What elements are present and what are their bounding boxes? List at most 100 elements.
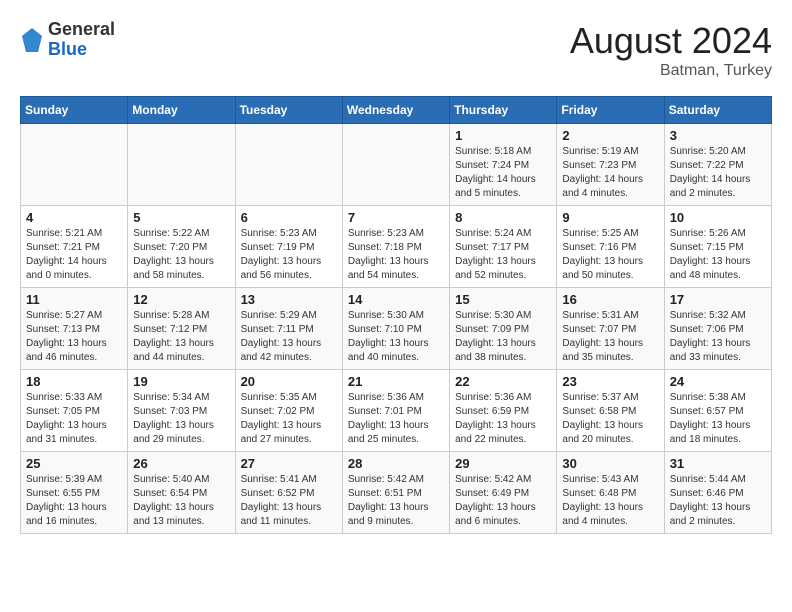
- calendar-cell: [235, 124, 342, 206]
- day-number: 27: [241, 456, 337, 471]
- day-number: 25: [26, 456, 122, 471]
- day-number: 4: [26, 210, 122, 225]
- weekday-header-saturday: Saturday: [664, 97, 771, 124]
- calendar-cell: 7 Sunrise: 5:23 AMSunset: 7:18 PMDaylight…: [342, 206, 449, 288]
- calendar-body: 1 Sunrise: 5:18 AMSunset: 7:24 PMDaylight…: [21, 124, 772, 534]
- calendar-cell: 13Sunrise: 5:29 AMSunset: 7:11 PMDayligh…: [235, 288, 342, 370]
- weekday-header-thursday: Thursday: [450, 97, 557, 124]
- day-info: Sunrise: 5:39 AMSunset: 6:55 PMDaylight:…: [26, 473, 122, 529]
- calendar-cell: 3 Sunrise: 5:20 AMSunset: 7:22 PMDaylight…: [664, 124, 771, 206]
- weekday-header-wednesday: Wednesday: [342, 97, 449, 124]
- logo: General Blue: [20, 20, 115, 60]
- day-info: Sunrise: 5:27 AMSunset: 7:13 PMDaylight:…: [26, 309, 122, 365]
- day-info: Sunrise: 5:30 AMSunset: 7:09 PMDaylight:…: [455, 309, 551, 365]
- day-number: 11: [26, 292, 122, 307]
- day-info: Sunrise: 5:34 AMSunset: 7:03 PMDaylight:…: [133, 391, 229, 447]
- calendar-table: SundayMondayTuesdayWednesdayThursdayFrid…: [20, 96, 772, 534]
- day-info: Sunrise: 5:24 AMSunset: 7:17 PMDaylight:…: [455, 227, 551, 283]
- day-number: 7: [348, 210, 444, 225]
- calendar-cell: 30 Sunrise: 5:43 AMSunset: 6:48 PMDayligh…: [557, 452, 664, 534]
- day-number: 9: [562, 210, 658, 225]
- weekday-header-friday: Friday: [557, 97, 664, 124]
- calendar-cell: 4 Sunrise: 5:21 AMSunset: 7:21 PMDaylight…: [21, 206, 128, 288]
- day-info: Sunrise: 5:42 AMSunset: 6:51 PMDaylight:…: [348, 473, 444, 529]
- calendar-cell: 19Sunrise: 5:34 AMSunset: 7:03 PMDayligh…: [128, 370, 235, 452]
- day-number: 30: [562, 456, 658, 471]
- day-number: 5: [133, 210, 229, 225]
- day-number: 3: [670, 128, 766, 143]
- calendar-cell: 23Sunrise: 5:37 AMSunset: 6:58 PMDayligh…: [557, 370, 664, 452]
- logo-general: General: [48, 20, 115, 40]
- day-number: 18: [26, 374, 122, 389]
- weekday-header-sunday: Sunday: [21, 97, 128, 124]
- day-info: Sunrise: 5:23 AMSunset: 7:19 PMDaylight:…: [241, 227, 337, 283]
- day-info: Sunrise: 5:20 AMSunset: 7:22 PMDaylight:…: [670, 145, 766, 201]
- day-number: 12: [133, 292, 229, 307]
- day-number: 14: [348, 292, 444, 307]
- calendar-cell: 27 Sunrise: 5:41 AMSunset: 6:52 PMDayligh…: [235, 452, 342, 534]
- day-info: Sunrise: 5:44 AMSunset: 6:46 PMDaylight:…: [670, 473, 766, 529]
- day-info: Sunrise: 5:23 AMSunset: 7:18 PMDaylight:…: [348, 227, 444, 283]
- calendar-cell: [342, 124, 449, 206]
- day-number: 17: [670, 292, 766, 307]
- day-number: 22: [455, 374, 551, 389]
- calendar-cell: 20Sunrise: 5:35 AMSunset: 7:02 PMDayligh…: [235, 370, 342, 452]
- calendar-cell: 6Sunrise: 5:23 AMSunset: 7:19 PMDaylight…: [235, 206, 342, 288]
- day-number: 8: [455, 210, 551, 225]
- calendar-week-row: 18 Sunrise: 5:33 AMSunset: 7:05 PMDayligh…: [21, 370, 772, 452]
- day-info: Sunrise: 5:29 AMSunset: 7:11 PMDaylight:…: [241, 309, 337, 365]
- calendar-cell: 28 Sunrise: 5:42 AMSunset: 6:51 PMDayligh…: [342, 452, 449, 534]
- calendar-cell: 5Sunrise: 5:22 AMSunset: 7:20 PMDaylight…: [128, 206, 235, 288]
- day-number: 16: [562, 292, 658, 307]
- calendar-cell: 14 Sunrise: 5:30 AMSunset: 7:10 PMDayligh…: [342, 288, 449, 370]
- day-info: Sunrise: 5:41 AMSunset: 6:52 PMDaylight:…: [241, 473, 337, 529]
- day-number: 20: [241, 374, 337, 389]
- calendar-header: SundayMondayTuesdayWednesdayThursdayFrid…: [21, 97, 772, 124]
- day-info: Sunrise: 5:32 AMSunset: 7:06 PMDaylight:…: [670, 309, 766, 365]
- day-info: Sunrise: 5:36 AMSunset: 6:59 PMDaylight:…: [455, 391, 551, 447]
- day-info: Sunrise: 5:30 AMSunset: 7:10 PMDaylight:…: [348, 309, 444, 365]
- calendar-cell: 17 Sunrise: 5:32 AMSunset: 7:06 PMDayligh…: [664, 288, 771, 370]
- day-number: 24: [670, 374, 766, 389]
- day-number: 2: [562, 128, 658, 143]
- calendar-cell: 21Sunrise: 5:36 AMSunset: 7:01 PMDayligh…: [342, 370, 449, 452]
- calendar-cell: 1 Sunrise: 5:18 AMSunset: 7:24 PMDaylight…: [450, 124, 557, 206]
- day-number: 26: [133, 456, 229, 471]
- day-info: Sunrise: 5:43 AMSunset: 6:48 PMDaylight:…: [562, 473, 658, 529]
- day-info: Sunrise: 5:19 AMSunset: 7:23 PMDaylight:…: [562, 145, 658, 201]
- calendar-cell: [128, 124, 235, 206]
- day-info: Sunrise: 5:25 AMSunset: 7:16 PMDaylight:…: [562, 227, 658, 283]
- calendar-cell: 2 Sunrise: 5:19 AMSunset: 7:23 PMDaylight…: [557, 124, 664, 206]
- calendar-cell: 22 Sunrise: 5:36 AMSunset: 6:59 PMDayligh…: [450, 370, 557, 452]
- weekday-header-row: SundayMondayTuesdayWednesdayThursdayFrid…: [21, 97, 772, 124]
- day-info: Sunrise: 5:31 AMSunset: 7:07 PMDaylight:…: [562, 309, 658, 365]
- title-block: August 2024 Batman, Turkey: [570, 20, 772, 80]
- calendar-cell: 24 Sunrise: 5:38 AMSunset: 6:57 PMDayligh…: [664, 370, 771, 452]
- day-info: Sunrise: 5:21 AMSunset: 7:21 PMDaylight:…: [26, 227, 122, 283]
- calendar-cell: 29 Sunrise: 5:42 AMSunset: 6:49 PMDayligh…: [450, 452, 557, 534]
- day-info: Sunrise: 5:33 AMSunset: 7:05 PMDaylight:…: [26, 391, 122, 447]
- day-number: 28: [348, 456, 444, 471]
- day-info: Sunrise: 5:38 AMSunset: 6:57 PMDaylight:…: [670, 391, 766, 447]
- day-info: Sunrise: 5:42 AMSunset: 6:49 PMDaylight:…: [455, 473, 551, 529]
- day-number: 15: [455, 292, 551, 307]
- calendar-cell: [21, 124, 128, 206]
- logo-blue: Blue: [48, 40, 115, 60]
- calendar-cell: 9 Sunrise: 5:25 AMSunset: 7:16 PMDaylight…: [557, 206, 664, 288]
- day-number: 1: [455, 128, 551, 143]
- calendar-week-row: 25 Sunrise: 5:39 AMSunset: 6:55 PMDayligh…: [21, 452, 772, 534]
- day-number: 29: [455, 456, 551, 471]
- calendar-week-row: 11 Sunrise: 5:27 AMSunset: 7:13 PMDayligh…: [21, 288, 772, 370]
- day-info: Sunrise: 5:18 AMSunset: 7:24 PMDaylight:…: [455, 145, 551, 201]
- calendar-cell: 26Sunrise: 5:40 AMSunset: 6:54 PMDayligh…: [128, 452, 235, 534]
- day-number: 31: [670, 456, 766, 471]
- calendar-cell: 12Sunrise: 5:28 AMSunset: 7:12 PMDayligh…: [128, 288, 235, 370]
- day-info: Sunrise: 5:37 AMSunset: 6:58 PMDaylight:…: [562, 391, 658, 447]
- calendar-week-row: 1 Sunrise: 5:18 AMSunset: 7:24 PMDaylight…: [21, 124, 772, 206]
- logo-icon: [20, 26, 44, 54]
- day-number: 10: [670, 210, 766, 225]
- weekday-header-monday: Monday: [128, 97, 235, 124]
- day-number: 21: [348, 374, 444, 389]
- calendar-cell: 25 Sunrise: 5:39 AMSunset: 6:55 PMDayligh…: [21, 452, 128, 534]
- calendar-cell: 15 Sunrise: 5:30 AMSunset: 7:09 PMDayligh…: [450, 288, 557, 370]
